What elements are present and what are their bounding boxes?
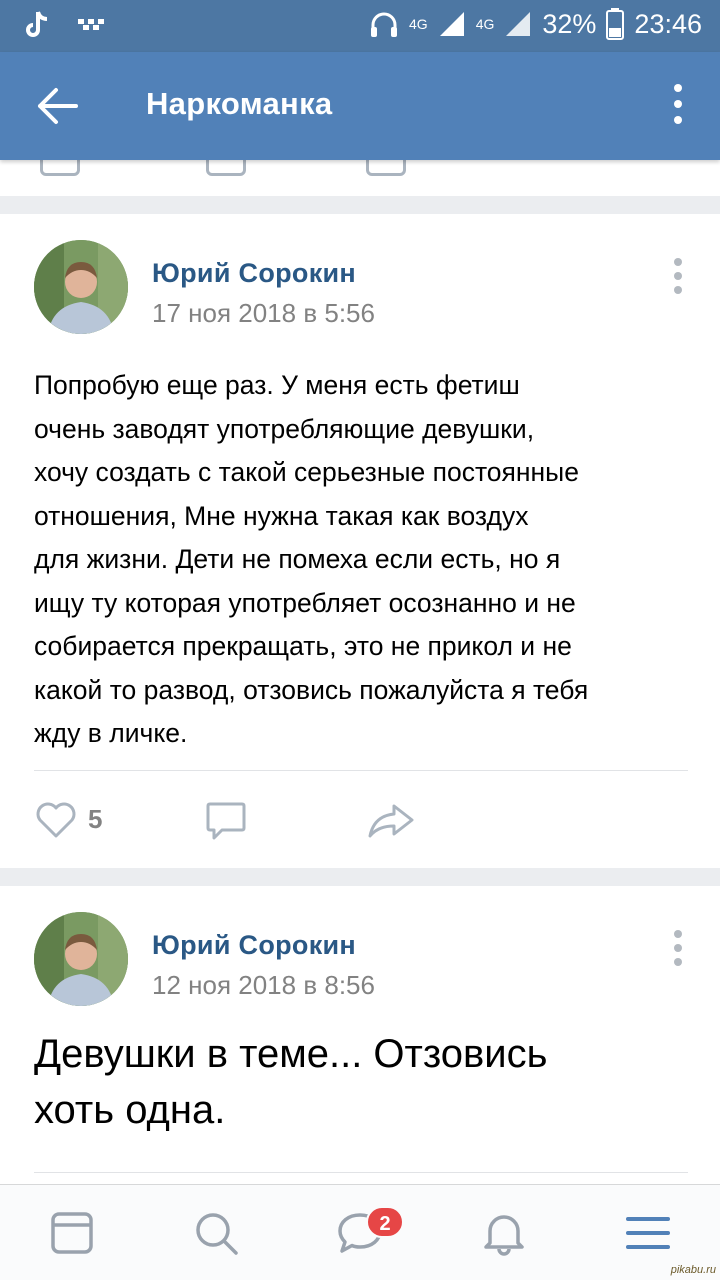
search-icon[interactable]	[192, 1209, 240, 1257]
network-type-1: 4G	[409, 16, 428, 32]
post-text-line: жду в личке.	[34, 718, 188, 748]
post-text-line: ищу ту которая употребляет осознанно и н…	[34, 587, 576, 618]
watermark: pikabu.ru	[670, 1264, 716, 1276]
bottom-tab-bar	[0, 1184, 720, 1280]
network-type-2: 4G	[475, 16, 495, 32]
post-text-line: собирается прекращать, это не прикол и н…	[34, 631, 572, 661]
post-text-line: Девушки в теме... Отзовись	[34, 1032, 548, 1076]
share-icon[interactable]	[366, 796, 416, 844]
avatar[interactable]	[34, 912, 128, 1006]
clock: 23:46	[634, 8, 702, 39]
page-title: Наркоманка	[146, 86, 333, 121]
battery-percent: 32%	[542, 8, 597, 39]
post-card: Юрий Сорокин 12 ноя 2018 в 8:56 Девушки …	[0, 886, 720, 1184]
partial-like-icon[interactable]	[40, 160, 80, 176]
post-text: Девушки в теме... Отзовись хоть одна.	[34, 1026, 694, 1138]
like-count: 5	[88, 804, 103, 834]
post-menu-icon[interactable]	[674, 930, 682, 972]
taxi-icon	[78, 19, 104, 30]
post-text-line: отношения, Мне нужна такая как воздух	[34, 500, 529, 531]
app-header: Наркоманка	[0, 52, 720, 160]
post-text-line: хочу создать с такой серьезные постоянны…	[34, 457, 579, 487]
partial-comment-icon[interactable]	[206, 160, 246, 176]
divider	[34, 1172, 688, 1173]
divider	[34, 770, 688, 771]
back-arrow-icon[interactable]	[36, 86, 80, 126]
notifications-bell-icon[interactable]	[480, 1209, 528, 1257]
signal-icon-2	[506, 12, 531, 36]
post-author[interactable]: Юрий Сорокин	[152, 930, 356, 961]
post-text-line: для жизни. Дети не помеха если есть, но …	[34, 544, 561, 574]
post-date[interactable]: 12 ноя 2018 в 8:56	[152, 970, 375, 1001]
more-options-icon[interactable]	[672, 84, 684, 128]
status-bar: 4G 4G 32% 23:46	[0, 0, 720, 52]
post-actions: 5	[0, 796, 720, 856]
post-author[interactable]: Юрий Сорокин	[152, 258, 356, 289]
post-text-line: Попробую еще раз. У меня есть фетиш	[34, 370, 520, 400]
post-text-line: какой то развод, отзовись пожалуйста я т…	[34, 674, 589, 705]
post-text: Попробую еще раз. У меня есть фетиш очен…	[34, 364, 694, 756]
avatar[interactable]	[34, 240, 128, 334]
comment-icon[interactable]	[204, 796, 248, 844]
partial-share-icon[interactable]	[366, 160, 406, 176]
post-text-line: хоть одна.	[34, 1088, 226, 1132]
messages-badge: 2	[366, 1206, 404, 1238]
tiktok-icon	[26, 11, 48, 37]
previous-post-actions	[0, 160, 720, 196]
post-menu-icon[interactable]	[674, 258, 682, 300]
news-feed-icon[interactable]	[48, 1209, 96, 1257]
post-text-line: очень заводят употребляющие девушки,	[34, 413, 535, 444]
post-card: Юрий Сорокин 17 ноя 2018 в 5:56 Попробую…	[0, 214, 720, 868]
battery-icon	[606, 8, 625, 40]
post-date[interactable]: 17 ноя 2018 в 5:56	[152, 298, 375, 329]
menu-hamburger-icon[interactable]	[624, 1209, 672, 1257]
signal-icon-1	[439, 12, 464, 36]
like-heart-icon[interactable]	[34, 796, 78, 844]
headphones-icon	[371, 12, 397, 37]
